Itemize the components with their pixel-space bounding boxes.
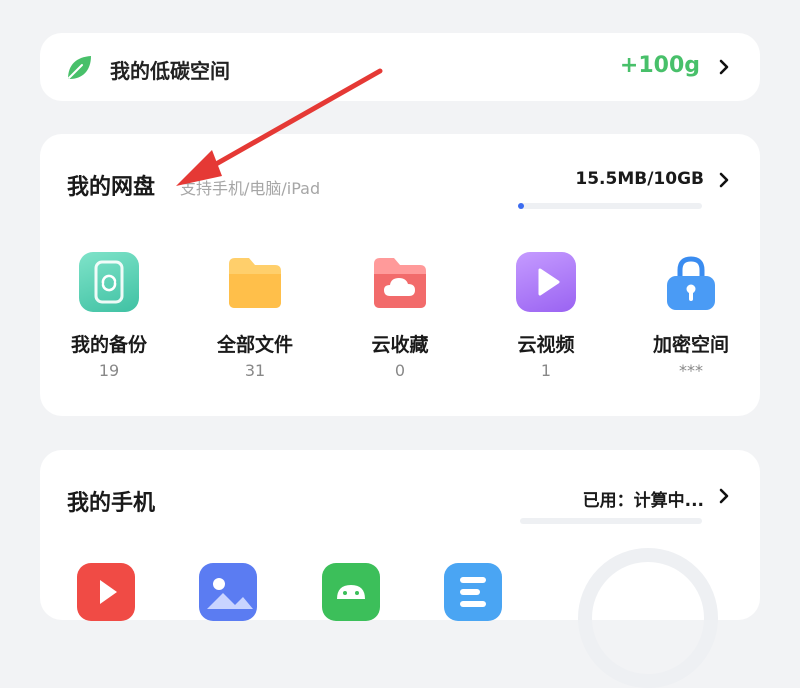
my-phone-card: 我的手机 已用：计算中... bbox=[40, 450, 760, 688]
storage-progress-bar bbox=[518, 203, 702, 209]
phone-storage-status[interactable]: 已用：计算中... bbox=[583, 486, 704, 511]
cloud-drive-subtitle: 支持手机/电脑/iPad bbox=[180, 179, 321, 198]
shortcut-label: 我的备份 bbox=[70, 334, 147, 356]
backup-shortcut[interactable]: 我的备份 19 bbox=[44, 252, 174, 380]
shortcut-count: *** bbox=[679, 361, 703, 380]
my-phone-title[interactable]: 我的手机 bbox=[67, 485, 155, 517]
chevron-right-icon[interactable] bbox=[716, 172, 732, 188]
video-app-icon[interactable] bbox=[77, 563, 135, 621]
low-carbon-title: 我的低碳空间 bbox=[110, 59, 230, 83]
shortcut-count: 1 bbox=[540, 361, 552, 380]
phone-storage-bar bbox=[520, 518, 702, 524]
shortcut-label: 云收藏 bbox=[371, 334, 429, 356]
leaf-icon bbox=[64, 53, 94, 83]
cloud-favorite-icon bbox=[370, 252, 430, 312]
folder-icon bbox=[225, 252, 285, 312]
video-play-icon bbox=[516, 252, 576, 312]
shortcut-count: 31 bbox=[244, 361, 266, 380]
all-files-shortcut[interactable]: 全部文件 31 bbox=[190, 252, 320, 380]
documents-app-icon[interactable] bbox=[444, 563, 502, 621]
storage-progress-fill bbox=[518, 203, 524, 209]
storage-ring-chart bbox=[578, 548, 718, 688]
chevron-right-icon[interactable] bbox=[716, 59, 732, 75]
cloud-drive-title[interactable]: 我的网盘 bbox=[67, 169, 155, 201]
shortcut-count: 0 bbox=[394, 361, 406, 380]
lock-icon bbox=[661, 252, 721, 312]
low-carbon-card[interactable]: 我的低碳空间 +100g bbox=[40, 33, 760, 101]
backup-phone-icon bbox=[79, 252, 139, 312]
chevron-right-icon[interactable] bbox=[716, 488, 732, 504]
shortcut-label: 加密空间 bbox=[652, 334, 729, 356]
android-app-icon[interactable] bbox=[322, 563, 380, 621]
gallery-app-icon[interactable] bbox=[199, 563, 257, 621]
shortcut-label: 全部文件 bbox=[216, 334, 293, 356]
shortcut-count: 19 bbox=[98, 361, 120, 380]
cloud-drive-card: 我的网盘 支持手机/电脑/iPad 15.5MB/10GB 我的备份 19 全部… bbox=[40, 134, 760, 416]
carbon-value: +100g bbox=[619, 53, 700, 78]
shortcut-label: 云视频 bbox=[517, 334, 575, 356]
cloud-favorite-shortcut[interactable]: 云收藏 0 bbox=[335, 252, 465, 380]
cloud-video-shortcut[interactable]: 云视频 1 bbox=[481, 252, 611, 380]
storage-usage[interactable]: 15.5MB/10GB bbox=[575, 169, 704, 189]
encrypted-space-shortcut[interactable]: 加密空间 *** bbox=[626, 252, 756, 380]
